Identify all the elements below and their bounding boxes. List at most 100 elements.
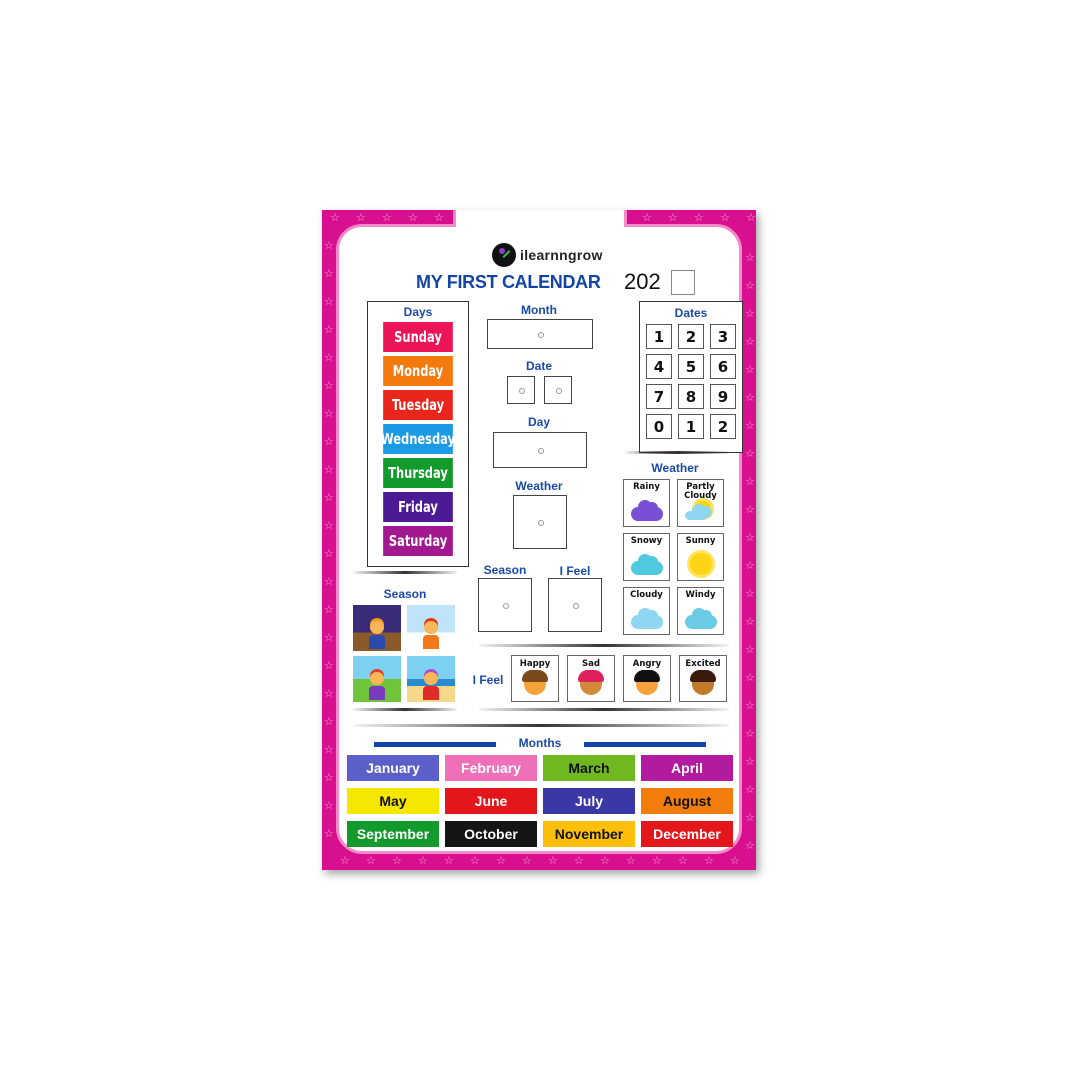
month-card-january[interactable]: January [347, 755, 439, 781]
month-card-september[interactable]: September [347, 821, 439, 847]
dates-heading: Dates [674, 306, 708, 320]
month-card-june[interactable]: June [445, 788, 537, 814]
snow-cloud-icon [630, 554, 663, 575]
day-card-saturday[interactable]: Saturday [383, 526, 453, 556]
weather-tile-partly-cloudy[interactable]: Partly Cloudy [677, 479, 724, 527]
page-title: MY FIRST CALENDAR [416, 272, 601, 292]
months-ribbon-left [374, 742, 496, 747]
date-number-tile[interactable]: 3 [710, 324, 736, 349]
feeling-tile-label: Angry [632, 659, 662, 669]
star-icon: ☆ [668, 211, 678, 224]
date-number-tile[interactable]: 4 [646, 354, 672, 379]
feeling-tile-sad[interactable]: Sad [567, 655, 615, 702]
summer-season-picture[interactable] [407, 656, 455, 702]
weather-tile-rainy[interactable]: Rainy [623, 479, 670, 527]
star-icon: ☆ [745, 335, 755, 348]
date-number-tile[interactable]: 8 [678, 384, 704, 409]
weather-tile-cloudy[interactable]: Cloudy [623, 587, 670, 635]
date-ones-slot[interactable] [544, 376, 572, 404]
weather-tile-windy[interactable]: Windy [677, 587, 724, 635]
date-number-tile[interactable]: 2 [678, 324, 704, 349]
date-tens-slot[interactable] [507, 376, 535, 404]
month-card-december[interactable]: December [641, 821, 733, 847]
date-number-tile[interactable]: 6 [710, 354, 736, 379]
month-card-november[interactable]: November [543, 821, 635, 847]
month-slot-label: Month [521, 303, 557, 317]
child-illustration [423, 672, 439, 700]
star-icon: ☆ [626, 854, 636, 867]
month-card-february[interactable]: February [445, 755, 537, 781]
star-icon: ☆ [745, 755, 755, 768]
star-icon: ☆ [324, 631, 334, 644]
star-icon: ☆ [745, 727, 755, 740]
date-number-tile[interactable]: 5 [678, 354, 704, 379]
date-number-tile[interactable]: 0 [646, 414, 672, 439]
weather-slot[interactable] [513, 495, 567, 549]
day-card-monday[interactable]: Monday [383, 356, 453, 386]
date-number-tile[interactable]: 2 [710, 414, 736, 439]
date-number-tile[interactable]: 7 [646, 384, 672, 409]
star-icon: ☆ [642, 211, 652, 224]
angry-face-icon [634, 670, 660, 695]
month-card-april[interactable]: April [641, 755, 733, 781]
star-icon: ☆ [745, 531, 755, 544]
month-slot[interactable] [487, 319, 593, 349]
month-card-july[interactable]: July [543, 788, 635, 814]
month-card-august[interactable]: August [641, 788, 733, 814]
date-number-tile[interactable]: 1 [646, 324, 672, 349]
star-icon: ☆ [366, 854, 376, 867]
star-icon: ☆ [324, 827, 334, 840]
child-illustration [423, 621, 439, 649]
day-card-thursday[interactable]: Thursday [383, 458, 453, 488]
rainy-season-picture[interactable] [353, 605, 401, 651]
feeling-tile-excited[interactable]: Excited [679, 655, 727, 702]
weather-tile-label: Snowy [630, 536, 663, 546]
star-icon: ☆ [324, 799, 334, 812]
star-icon: ☆ [730, 854, 740, 867]
divider [625, 451, 729, 454]
weather-tile-snowy[interactable]: Snowy [623, 533, 670, 581]
spring-season-picture[interactable] [353, 656, 401, 702]
date-number-tile[interactable]: 9 [710, 384, 736, 409]
star-icon: ☆ [745, 783, 755, 796]
star-icon: ☆ [745, 419, 755, 432]
feeling-tile-happy[interactable]: Happy [511, 655, 559, 702]
star-icon: ☆ [522, 854, 532, 867]
year-last-digit-slot[interactable] [671, 270, 695, 295]
month-card-march[interactable]: March [543, 755, 635, 781]
feeling-tile-angry[interactable]: Angry [623, 655, 671, 702]
weather-tile-label: Cloudy [630, 590, 663, 600]
month-card-may[interactable]: May [347, 788, 439, 814]
star-icon: ☆ [324, 547, 334, 560]
season-slot[interactable] [478, 578, 532, 632]
weather-tile-sunny[interactable]: Sunny [677, 533, 724, 581]
day-card-wednesday[interactable]: Wednesday [381, 424, 455, 454]
day-card-sunday[interactable]: Sunday [383, 322, 453, 352]
weather-heading: Weather [651, 461, 699, 475]
weather-slot-label: Weather [515, 479, 563, 493]
star-icon: ☆ [745, 699, 755, 712]
days-panel: Days Sunday Monday Tuesday Wednesday Thursda… [367, 301, 469, 567]
day-slot[interactable] [493, 432, 587, 468]
date-number-tile[interactable]: 1 [678, 414, 704, 439]
star-icon: ☆ [324, 379, 334, 392]
date-slot-label: Date [525, 359, 552, 373]
months-heading: Months [518, 736, 562, 750]
feeling-tile-label: Happy [519, 659, 551, 669]
feel-slot[interactable] [548, 578, 602, 632]
winter-season-picture[interactable] [407, 605, 455, 651]
star-icon: ☆ [324, 575, 334, 588]
feeling-tile-label: Excited [685, 659, 721, 669]
day-card-tuesday[interactable]: Tuesday [383, 390, 453, 420]
star-icon: ☆ [340, 854, 350, 867]
month-card-october[interactable]: October [445, 821, 537, 847]
star-icon: ☆ [745, 447, 755, 460]
star-icon: ☆ [324, 435, 334, 448]
star-icon: ☆ [444, 854, 454, 867]
star-icon: ☆ [382, 211, 392, 224]
divider [353, 708, 457, 711]
weather-tile-label: Partly Cloudy [684, 482, 717, 501]
star-icon: ☆ [324, 295, 334, 308]
day-card-friday[interactable]: Friday [383, 492, 453, 522]
star-icon: ☆ [745, 839, 755, 852]
